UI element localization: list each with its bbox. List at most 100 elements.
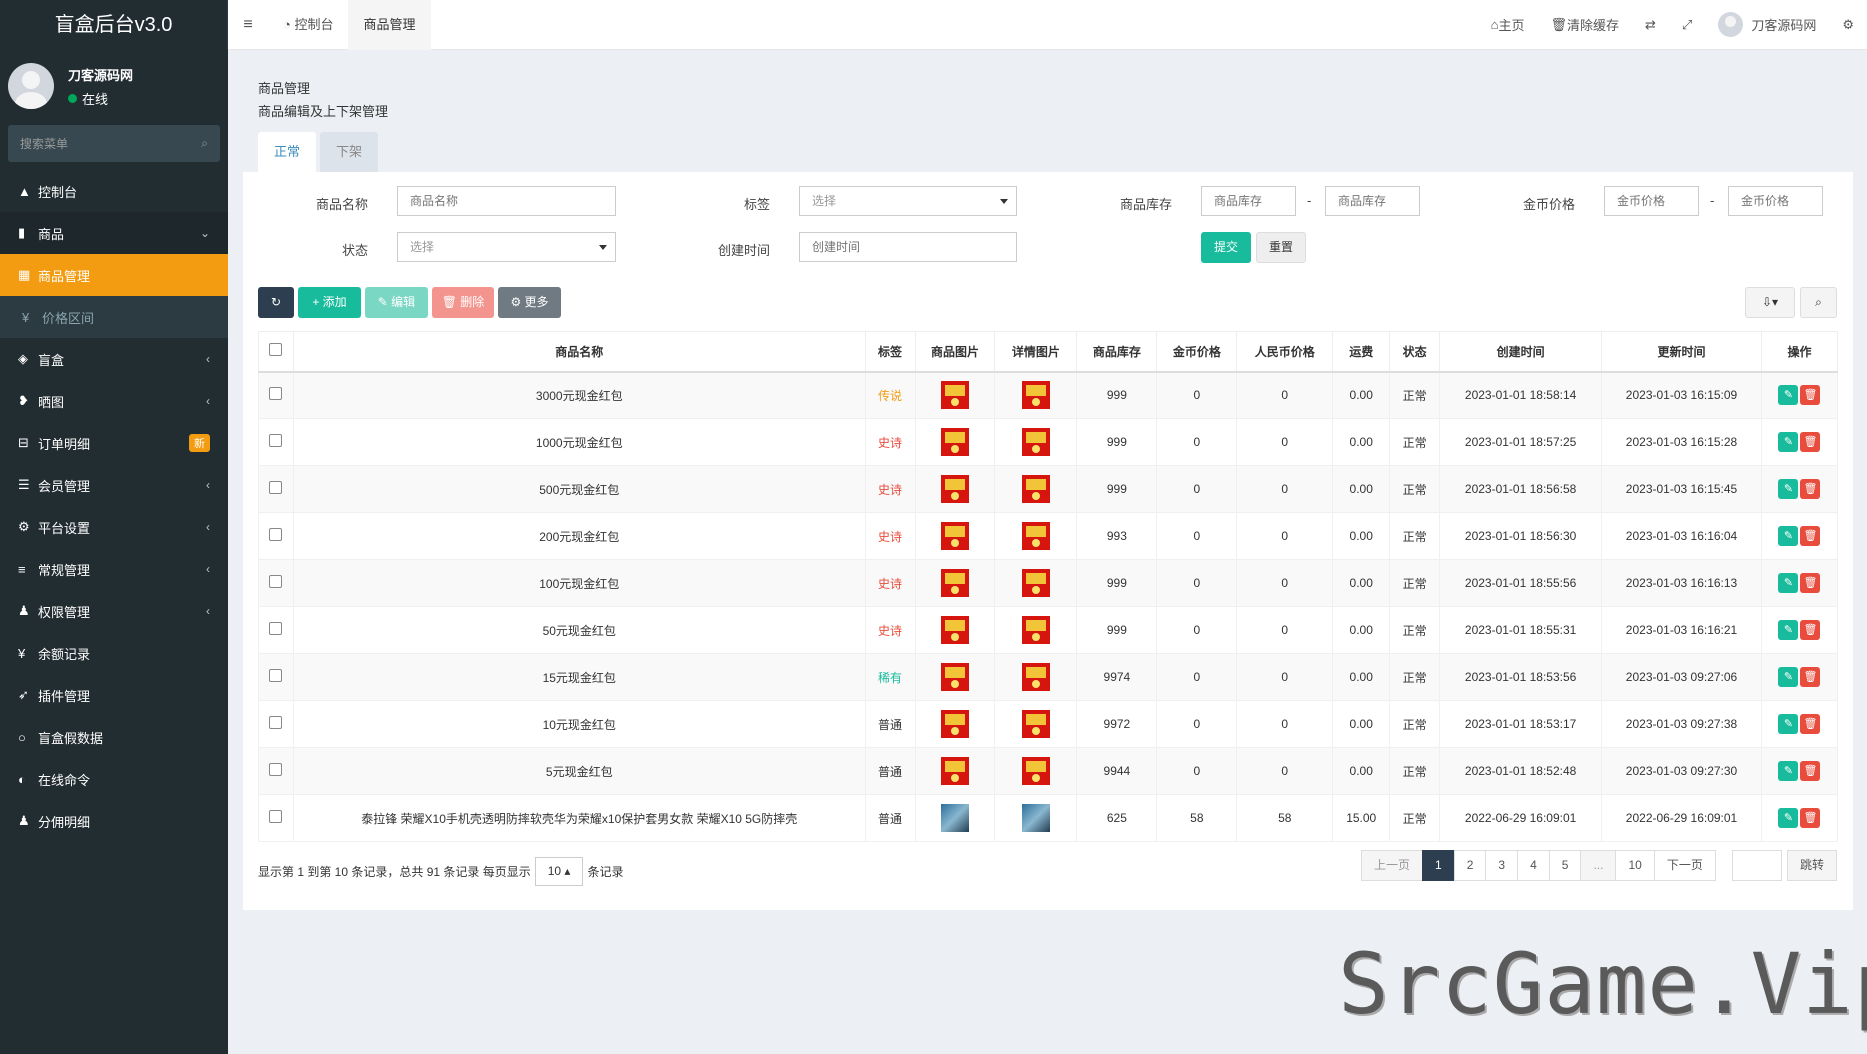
col-name[interactable]: 商品名称 bbox=[292, 331, 866, 373]
stock-max-input[interactable] bbox=[1325, 186, 1420, 216]
goods-image[interactable] bbox=[940, 804, 969, 832]
row-delete-button[interactable]: 🗑 bbox=[1800, 620, 1821, 640]
sidebar-item-online-command[interactable]: ◐ 在线命令 bbox=[0, 758, 228, 800]
add-button[interactable]: + 添加 bbox=[298, 287, 361, 318]
goods-image[interactable] bbox=[940, 522, 969, 550]
more-button[interactable]: ⚙ 更多 bbox=[498, 287, 561, 318]
col-status[interactable]: 状态 bbox=[1389, 331, 1441, 373]
jump-page-input[interactable] bbox=[1732, 850, 1782, 881]
clear-cache-button[interactable]: 🗑 清除缓存 bbox=[1537, 15, 1632, 34]
sidebar-item-dashboard[interactable]: ▲ 控制台 bbox=[0, 170, 228, 212]
menu-toggle-icon[interactable]: ≡ bbox=[228, 16, 268, 34]
col-detail-image[interactable]: 详情图片 bbox=[994, 331, 1078, 373]
goods-image[interactable] bbox=[940, 616, 969, 644]
row-edit-button[interactable]: ✎ bbox=[1778, 714, 1799, 734]
sidebar-item-goods-manage[interactable]: ▦ 商品管理 bbox=[0, 254, 228, 296]
delete-button[interactable]: 🗑 删除 bbox=[432, 287, 494, 318]
tab-dashboard[interactable]: ◔ 控制台 bbox=[268, 0, 348, 50]
menu-search-input[interactable]: 搜索菜单 ⌕ bbox=[8, 125, 220, 162]
row-checkbox[interactable] bbox=[269, 669, 283, 682]
jump-button[interactable]: 跳转 bbox=[1787, 850, 1837, 881]
sidebar-item-members[interactable]: ☰ 会员管理 ‹ bbox=[0, 464, 228, 506]
table-row[interactable]: 泰拉锋 荣耀X10手机壳透明防摔软壳华为荣耀x10保护套男女款 荣耀X10 5G… bbox=[258, 794, 1839, 842]
sidebar-item-price-range[interactable]: ¥ 价格区间 bbox=[0, 296, 228, 338]
gold-min-input[interactable] bbox=[1604, 186, 1699, 216]
search-icon[interactable]: ⌕ bbox=[201, 136, 208, 151]
refresh-button[interactable]: ↻ bbox=[258, 287, 294, 318]
row-edit-button[interactable]: ✎ bbox=[1778, 808, 1799, 828]
row-checkbox[interactable] bbox=[269, 810, 283, 823]
row-delete-button[interactable]: 🗑 bbox=[1800, 385, 1821, 406]
row-checkbox[interactable] bbox=[269, 387, 283, 401]
sidebar-item-general[interactable]: ≡ 常规管理 ‹ bbox=[0, 548, 228, 590]
page-1-button[interactable]: 1 bbox=[1422, 850, 1455, 881]
page-4-button[interactable]: 4 bbox=[1517, 850, 1550, 881]
table-row[interactable]: 15元现金红包 稀有 9974 0 0 0.00 正常 2023-01-01 18:53:56… bbox=[258, 653, 1839, 701]
row-delete-button[interactable]: 🗑 bbox=[1800, 573, 1821, 593]
gold-max-input[interactable] bbox=[1728, 186, 1823, 216]
goods-image[interactable] bbox=[940, 428, 969, 456]
name-filter-input[interactable] bbox=[397, 186, 616, 216]
sidebar-item-fake-data[interactable]: ○ 盲盒假数据 bbox=[0, 716, 228, 758]
detail-image[interactable] bbox=[1021, 663, 1050, 691]
col-stock[interactable]: 商品库存 bbox=[1076, 331, 1158, 373]
tab-normal[interactable]: 正常 bbox=[258, 132, 316, 172]
goods-image[interactable] bbox=[940, 381, 969, 410]
goods-image[interactable] bbox=[940, 663, 969, 691]
detail-image[interactable] bbox=[1021, 428, 1050, 456]
tag-filter-select[interactable]: 选择 bbox=[799, 186, 1017, 216]
col-tag[interactable]: 标签 bbox=[864, 331, 916, 373]
language-icon[interactable]: ⇄ bbox=[1632, 17, 1669, 33]
sidebar-item-goods[interactable]: ▮ 商品 ⌄ bbox=[0, 212, 228, 254]
row-edit-button[interactable]: ✎ bbox=[1778, 573, 1799, 593]
row-delete-button[interactable]: 🗑 bbox=[1800, 479, 1821, 499]
search-toggle-button[interactable]: ⌕ bbox=[1800, 287, 1837, 318]
row-edit-button[interactable]: ✎ bbox=[1778, 620, 1799, 640]
submit-button[interactable]: 提交 bbox=[1201, 232, 1251, 263]
row-edit-button[interactable]: ✎ bbox=[1778, 526, 1799, 546]
page-5-button[interactable]: 5 bbox=[1548, 850, 1582, 881]
export-button[interactable]: ⇩▾ bbox=[1745, 287, 1795, 318]
settings-icon[interactable]: ⚙ bbox=[1829, 17, 1867, 33]
detail-image[interactable] bbox=[1021, 804, 1050, 832]
sidebar-item-commission[interactable]: ♟ 分佣明细 bbox=[0, 800, 228, 842]
table-row[interactable]: 100元现金红包 史诗 999 0 0 0.00 正常 2023-01-01 18:55:56… bbox=[258, 559, 1839, 607]
row-delete-button[interactable]: 🗑 bbox=[1800, 808, 1821, 828]
col-rmb-price[interactable]: 人民币价格 bbox=[1236, 331, 1334, 373]
status-filter-select[interactable]: 选择 bbox=[397, 232, 616, 262]
table-row[interactable]: 200元现金红包 史诗 993 0 0 0.00 正常 2023-01-01 18:56:30… bbox=[258, 512, 1839, 560]
table-row[interactable]: 5元现金红包 普通 9944 0 0 0.00 正常 2023-01-01 18:52:48 2… bbox=[258, 747, 1839, 795]
row-edit-button[interactable]: ✎ bbox=[1778, 479, 1799, 499]
col-created[interactable]: 创建时间 bbox=[1439, 331, 1603, 373]
sidebar-item-orders[interactable]: ⊟ 订单明细新 bbox=[0, 422, 228, 464]
detail-image[interactable] bbox=[1021, 757, 1050, 785]
table-row[interactable]: 500元现金红包 史诗 999 0 0 0.00 正常 2023-01-01 18:56:58… bbox=[258, 465, 1839, 513]
row-delete-button[interactable]: 🗑 bbox=[1800, 432, 1821, 452]
created-filter-input[interactable] bbox=[799, 232, 1017, 262]
tab-goods-manage[interactable]: 商品管理 bbox=[348, 0, 431, 50]
next-page-button[interactable]: 下一页 bbox=[1653, 850, 1716, 881]
detail-image[interactable] bbox=[1021, 475, 1050, 503]
sidebar-item-balance[interactable]: ¥ 余额记录 bbox=[0, 632, 228, 674]
row-checkbox[interactable] bbox=[269, 434, 283, 447]
goods-image[interactable] bbox=[940, 475, 969, 503]
detail-image[interactable] bbox=[1021, 522, 1050, 550]
home-link[interactable]: ⌂ 主页 bbox=[1478, 15, 1538, 34]
row-delete-button[interactable]: 🗑 bbox=[1800, 667, 1821, 687]
row-checkbox[interactable] bbox=[269, 716, 283, 729]
prev-page-button[interactable]: 上一页 bbox=[1361, 850, 1424, 881]
detail-image[interactable] bbox=[1021, 569, 1050, 597]
select-all-checkbox[interactable] bbox=[269, 343, 283, 357]
goods-image[interactable] bbox=[940, 757, 969, 785]
row-delete-button[interactable]: 🗑 bbox=[1800, 714, 1821, 734]
page-3-button[interactable]: 3 bbox=[1485, 850, 1519, 881]
detail-image[interactable] bbox=[1021, 381, 1050, 410]
fullscreen-icon[interactable]: ⤢ bbox=[1669, 17, 1705, 33]
page-10-button[interactable]: 10 bbox=[1615, 850, 1655, 881]
col-gold-price[interactable]: 金币价格 bbox=[1156, 331, 1238, 373]
row-checkbox[interactable] bbox=[269, 528, 283, 541]
table-row[interactable]: 3000元现金红包 传说 999 0 0 0.00 正常 2023-01-01 18:58:1… bbox=[258, 371, 1839, 419]
row-edit-button[interactable]: ✎ bbox=[1778, 385, 1799, 406]
detail-image[interactable] bbox=[1021, 616, 1050, 644]
row-delete-button[interactable]: 🗑 bbox=[1800, 526, 1821, 546]
